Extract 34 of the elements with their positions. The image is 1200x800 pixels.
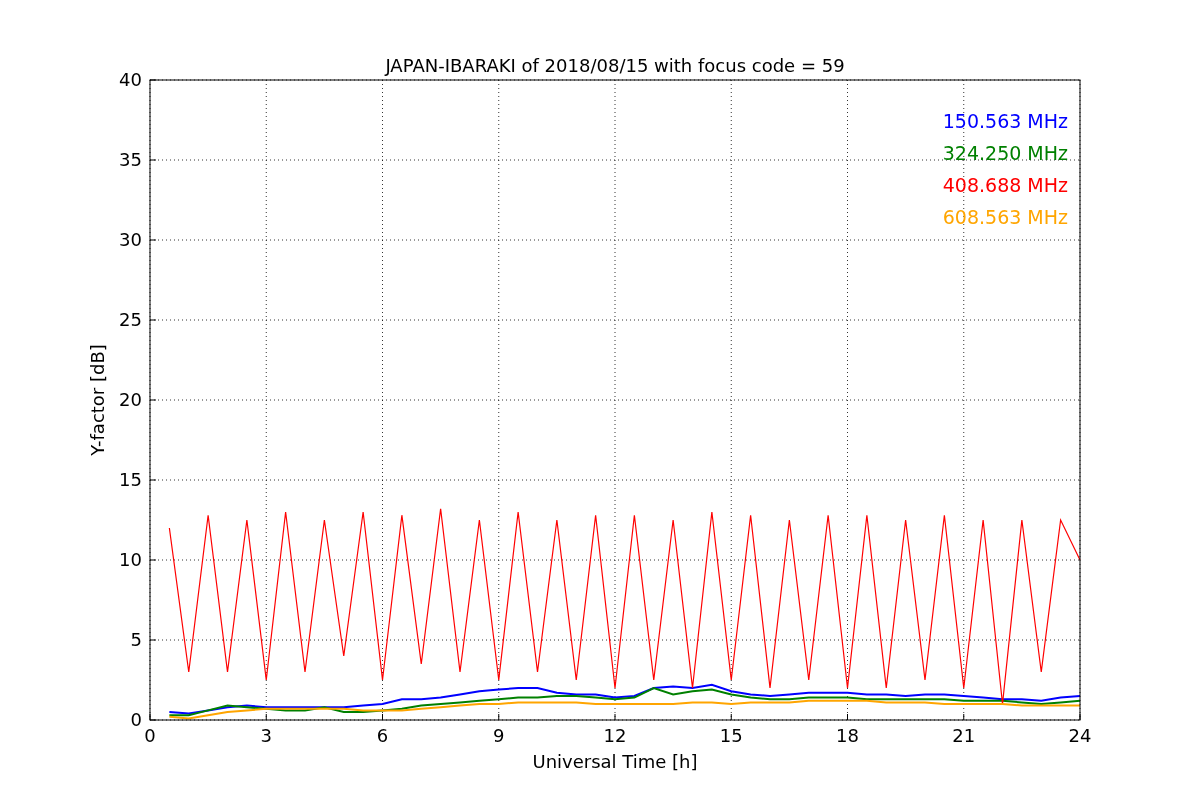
tick-mark — [149, 639, 157, 641]
x-tick-label: 3 — [260, 725, 272, 746]
y-tick-label: 40 — [119, 69, 142, 90]
y-tick-label: 5 — [130, 629, 142, 650]
x-tick-label: 15 — [719, 725, 743, 746]
tick-mark — [149, 319, 157, 321]
y-axis-label: Y-factor [dB] — [87, 344, 108, 456]
legend-label: 408.688 MHz — [942, 174, 1068, 196]
y-tick-label: 15 — [119, 469, 142, 490]
x-tick-label: 12 — [603, 725, 627, 746]
legend-label: 324.250 MHz — [942, 142, 1068, 164]
legend-label: 150.563 MHz — [942, 110, 1068, 132]
x-axis-label: Universal Time [h] — [532, 751, 698, 772]
tick-mark — [149, 559, 157, 561]
tick-mark — [149, 239, 157, 241]
chart-title: JAPAN-IBARAKI of 2018/08/15 with focus code = 59 — [385, 55, 845, 76]
x-tick-label: 24 — [1068, 725, 1092, 746]
x-tick-label: 21 — [952, 725, 976, 746]
tick-mark — [149, 79, 157, 81]
x-tick-label: 6 — [376, 725, 389, 746]
tick-mark — [149, 479, 157, 481]
x-tick-label: 9 — [493, 725, 505, 746]
y-tick-label: 10 — [119, 549, 142, 570]
legend-label: 608.563 MHz — [942, 206, 1068, 228]
x-tick-label: 0 — [144, 725, 156, 746]
tick-mark — [149, 399, 157, 401]
y-tick-label: 20 — [119, 389, 142, 410]
y-tick-label: 35 — [119, 149, 142, 170]
y-tick-label: 30 — [119, 229, 142, 250]
tick-mark — [1079, 713, 1081, 721]
y-tick-label: 0 — [130, 709, 142, 730]
x-tick-label: 18 — [836, 725, 859, 746]
tick-mark — [149, 159, 157, 161]
y-tick-label: 25 — [119, 309, 142, 330]
